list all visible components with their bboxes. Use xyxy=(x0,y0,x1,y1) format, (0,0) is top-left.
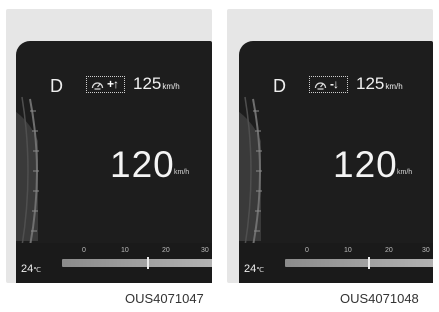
set-speed-unit: km/h xyxy=(162,82,180,91)
cruise-change-indicator: -↓ xyxy=(330,77,339,91)
cruise-set-box: -↓ xyxy=(309,76,348,93)
figure-code: OUS4071048 xyxy=(340,291,419,306)
gauge-tick-label: 30 xyxy=(201,247,209,254)
cruise-change-indicator: +↑ xyxy=(107,77,119,91)
temperature-unit: ℃ xyxy=(256,267,265,274)
figure-code: OUS4071047 xyxy=(125,291,204,306)
temperature-value: 24 xyxy=(244,263,257,275)
gauge-tick-label: 30 xyxy=(422,247,430,254)
gauge-tick-label: 20 xyxy=(385,247,393,254)
current-speed: 120 xyxy=(333,144,398,185)
gauge-bar xyxy=(62,259,212,267)
speedometer-arc-icon xyxy=(239,96,262,247)
set-speed-unit: km/h xyxy=(385,82,403,91)
current-speed-unit: km/h xyxy=(174,169,190,176)
gauge-tick-label: 20 xyxy=(162,247,170,254)
cruise-set-box: +↑ xyxy=(86,76,125,93)
gauge-marker xyxy=(368,257,370,269)
temperature-value: 24 xyxy=(21,263,34,275)
gauge-bar xyxy=(285,259,433,267)
outside-temperature: 24℃ xyxy=(21,263,41,275)
gear-indicator: D xyxy=(273,76,286,96)
gauge-tick-label: 10 xyxy=(344,247,352,254)
cruise-speed-icon xyxy=(91,82,104,90)
set-speed: 125km/h xyxy=(356,75,403,96)
set-speed: 125km/h xyxy=(133,75,180,96)
gear-indicator: D xyxy=(50,76,63,96)
gauge-marker xyxy=(147,257,149,269)
set-speed-value: 125 xyxy=(356,74,385,93)
gauge-tick-label: 0 xyxy=(82,247,86,254)
set-speed-value: 125 xyxy=(133,74,162,93)
gauge-tick-label: 0 xyxy=(305,247,309,254)
cluster-panel-increase: D +↑ 125km/h 120 km/h 24℃ 0 10 20 30 xyxy=(6,9,212,283)
temperature-unit: ℃ xyxy=(33,267,42,274)
cluster-display: D -↓ 125km/h 120 km/h 24℃ 0 10 20 30 xyxy=(239,41,433,283)
speedometer-arc-icon xyxy=(16,96,39,247)
current-speed: 120 xyxy=(110,144,175,185)
current-speed-unit: km/h xyxy=(397,169,413,176)
cruise-speed-icon xyxy=(314,82,327,90)
cluster-display: D +↑ 125km/h 120 km/h 24℃ 0 10 20 30 xyxy=(16,41,212,283)
gauge-tick-label: 10 xyxy=(121,247,129,254)
outside-temperature: 24℃ xyxy=(244,263,264,275)
cluster-panel-decrease: D -↓ 125km/h 120 km/h 24℃ 0 10 20 30 xyxy=(227,9,433,283)
